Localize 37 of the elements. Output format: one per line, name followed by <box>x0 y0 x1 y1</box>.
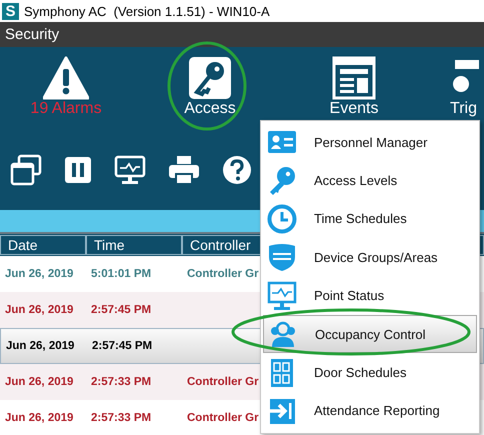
table-cell-text: 5:01:01 PM <box>90 268 152 280</box>
table-cell-text: 2:57:45 PM <box>90 304 152 316</box>
table-cell-text: Jun 26, 2019 <box>4 304 74 316</box>
printer-icon[interactable] <box>168 155 200 185</box>
module-button[interactable]: Events <box>299 56 409 118</box>
module-button[interactable]: Trig <box>443 56 484 118</box>
window-title: Symphony AC (Version 1.1.51) - WIN10-A <box>24 4 270 18</box>
monitor-icon <box>267 280 297 311</box>
clock-icon <box>267 204 297 234</box>
table-cell-text: 2:57:45 PM <box>91 340 154 352</box>
module-button[interactable]: Access <box>155 56 265 118</box>
section-title: Security <box>5 26 60 43</box>
table-cell-text: Jun 26, 2019 <box>4 412 74 424</box>
table-cell-text: Controller Gr <box>186 376 260 388</box>
monitor-icon[interactable] <box>114 155 146 185</box>
windows-icon[interactable] <box>10 154 42 186</box>
column-header[interactable]: Time <box>86 235 182 255</box>
pause-icon[interactable] <box>64 156 92 184</box>
menu-item[interactable]: Occupancy Control <box>263 314 477 354</box>
shield-icon <box>267 242 297 272</box>
table-cell-text: Jun 26, 2019 <box>4 268 74 280</box>
key-icon <box>188 56 232 100</box>
table-cell-text: Controller Gr <box>186 268 260 280</box>
warning-icon <box>43 56 89 100</box>
table-cell-text: Controller Gr <box>186 412 260 424</box>
table-cell-text: 2:57:33 PM <box>90 412 152 424</box>
app-logo: S <box>2 2 19 20</box>
menu-item[interactable]: Time Schedules <box>263 200 477 238</box>
table-cell-text: Jun 26, 2019 <box>5 340 76 352</box>
menu-item[interactable]: Personnel Manager <box>263 123 477 162</box>
table-cell-text: Jun 26, 2019 <box>4 376 74 388</box>
people-icon <box>268 319 298 350</box>
menu-item[interactable]: Access Levels <box>263 161 477 200</box>
column-header[interactable]: Date <box>0 235 86 255</box>
help-icon[interactable] <box>222 155 252 185</box>
table-cell-text: 2:57:33 PM <box>90 376 152 388</box>
newspaper-icon <box>332 56 376 100</box>
